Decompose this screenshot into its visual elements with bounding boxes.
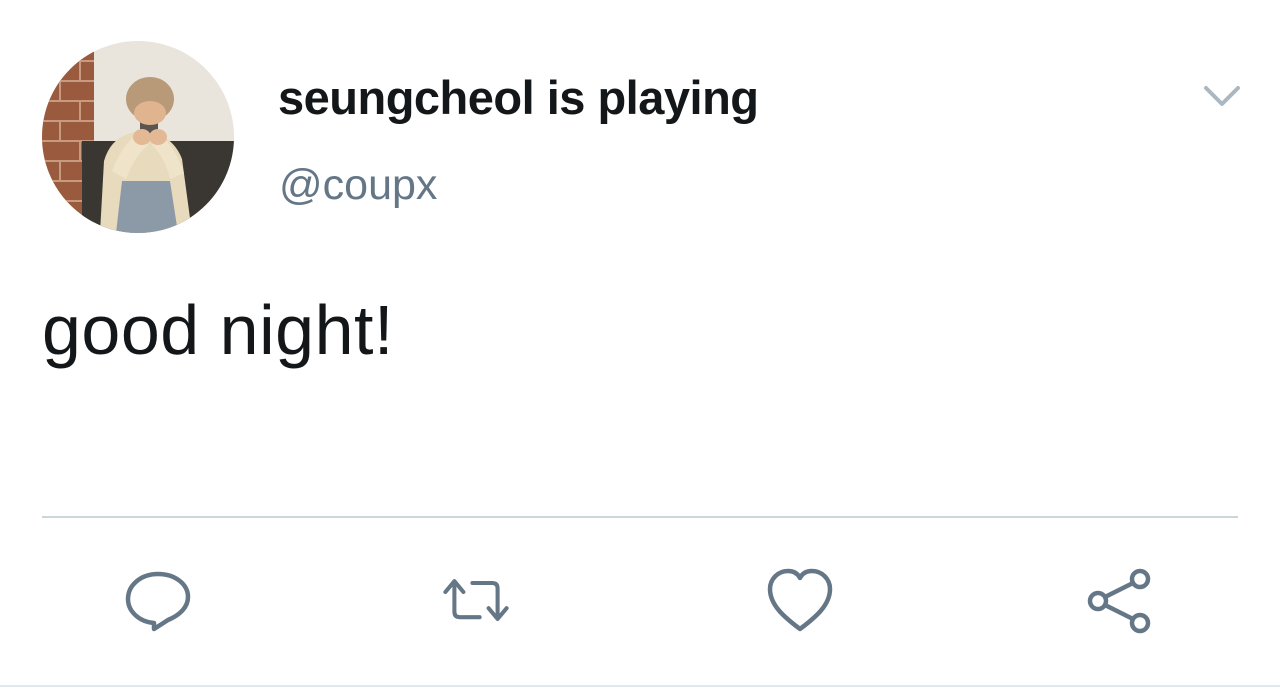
retweet-arrows-icon [443, 579, 509, 622]
heart-icon [767, 568, 833, 632]
tweet-menu-button[interactable] [1198, 76, 1246, 116]
avatar-photo [42, 41, 234, 233]
display-name[interactable]: seungcheol is playing [278, 70, 759, 125]
speech-bubble-icon [125, 571, 191, 632]
username-handle[interactable]: @coupx [279, 161, 437, 210]
divider [42, 516, 1238, 518]
share-button[interactable] [1084, 565, 1156, 637]
bottom-divider [0, 685, 1280, 687]
like-button[interactable] [764, 565, 836, 637]
avatar[interactable] [42, 41, 234, 233]
retweet-button[interactable] [440, 565, 512, 637]
reply-button[interactable] [122, 565, 194, 637]
tweet-card: seungcheol is playing @coupx good night! [0, 0, 1280, 695]
tweet-text: good night! [42, 291, 394, 369]
chevron-down-icon [1204, 86, 1240, 106]
share-nodes-icon [1087, 568, 1151, 634]
